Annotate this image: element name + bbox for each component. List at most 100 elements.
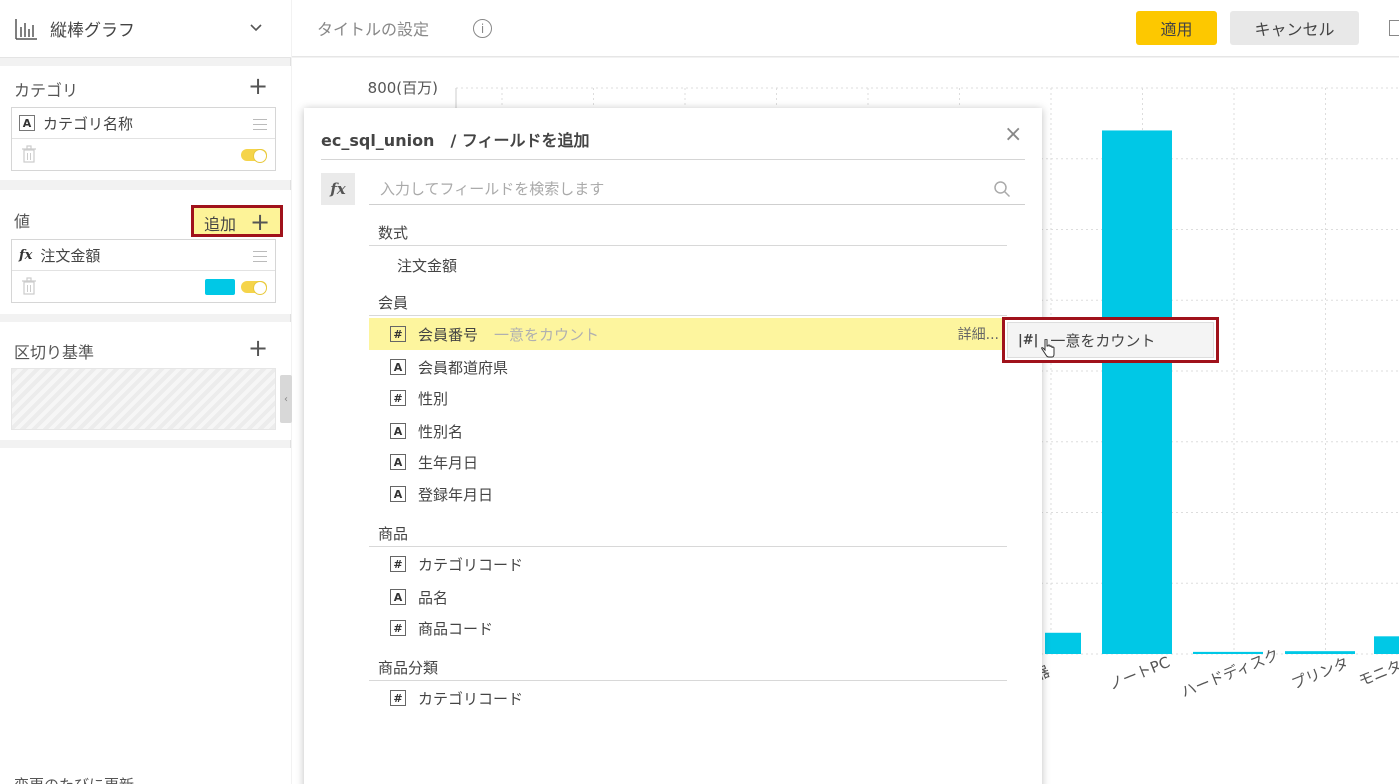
field-search-input[interactable]: [369, 173, 1025, 205]
field-name: 商品コード: [418, 619, 494, 638]
numeric-type-icon: #: [390, 390, 406, 406]
field-name: カテゴリコード: [418, 555, 524, 574]
field-item[interactable]: A 登録年月日: [369, 478, 1007, 510]
field-item[interactable]: A 会員都道府県: [369, 351, 1007, 383]
bar: [1045, 632, 1081, 654]
formula-button[interactable]: fx: [321, 173, 355, 205]
text-type-icon: A: [390, 589, 406, 605]
numeric-type-icon: #: [390, 690, 406, 706]
field-item[interactable]: A 品名: [369, 581, 1007, 613]
count-distinct-label: 一意をカウント: [1050, 331, 1156, 350]
count-distinct-icon: |#|: [1018, 332, 1039, 348]
text-type-icon: A: [390, 359, 406, 375]
value-field-name: 注文金額: [40, 246, 101, 265]
field-name: 会員番号: [418, 325, 479, 344]
text-type-icon: A: [19, 115, 35, 131]
category-field-options: [12, 139, 275, 170]
field-name: 登録年月日: [418, 485, 494, 504]
aggregation-label: 一意をカウント: [494, 325, 600, 344]
field-item[interactable]: # 性別: [369, 382, 1007, 414]
drag-handle-icon[interactable]: [253, 115, 267, 134]
left-panel-footer: 変更のたびに更新: [0, 448, 291, 784]
x-tick-label: プリンタ: [1289, 654, 1351, 693]
trash-icon[interactable]: [21, 145, 37, 163]
apply-button[interactable]: 適用: [1136, 11, 1217, 45]
hand-cursor-icon: [1041, 339, 1055, 358]
field-name: カテゴリコード: [418, 689, 524, 708]
x-tick-label: ノートPC: [1106, 653, 1173, 694]
left-panel: 縦棒グラフ カテゴリ + A カテゴリ名称 値 fx 注文金額 追加 + 区切り…: [0, 0, 292, 784]
field-item[interactable]: A 性別名: [369, 415, 1007, 447]
dialog-divider: [321, 159, 1025, 160]
chart-type-label: 縦棒グラフ: [50, 21, 135, 41]
detail-link[interactable]: 詳細...: [958, 324, 999, 344]
field-name: 生年月日: [418, 453, 479, 472]
breakdown-drop-zone[interactable]: [11, 368, 276, 430]
numeric-type-icon: #: [390, 556, 406, 572]
field-item[interactable]: A 生年月日: [369, 446, 1007, 478]
field-name: 性別名: [418, 422, 464, 441]
trash-icon[interactable]: [21, 277, 37, 295]
title-setting-label[interactable]: タイトルの設定: [317, 16, 429, 40]
value-toggle[interactable]: [241, 281, 267, 295]
formula-type-icon: fx: [19, 247, 33, 263]
value-field: fx 注文金額: [11, 239, 276, 303]
cancel-button[interactable]: キャンセル: [1230, 11, 1359, 45]
series-color-swatch[interactable]: [205, 279, 235, 295]
numeric-type-icon: #: [390, 620, 406, 636]
header-bar: タイトルの設定 i 適用 キャンセル: [292, 0, 1399, 57]
group-label: 商品: [378, 525, 409, 543]
bar: [1374, 636, 1399, 654]
y-tick-label: 800(百万): [368, 79, 438, 97]
aggregation-popup: |#| 一意をカウント: [1002, 317, 1219, 363]
search-icon: [994, 181, 1011, 198]
collapse-panel-handle[interactable]: ‹: [280, 375, 292, 423]
value-field-row[interactable]: fx 注文金額: [12, 240, 275, 271]
group-header-product: 商品: [369, 523, 1007, 547]
field-name: 品名: [418, 588, 449, 607]
dialog-title: ec_sql_union / フィールドを追加: [321, 131, 590, 150]
category-field: A カテゴリ名称: [11, 107, 276, 171]
add-value-label: 追加: [204, 215, 237, 234]
group-label: 商品分類: [378, 659, 439, 677]
info-icon[interactable]: i: [473, 19, 492, 38]
drag-handle-icon[interactable]: [253, 247, 267, 266]
field-name: 会員都道府県: [418, 358, 509, 377]
text-type-icon: A: [390, 423, 406, 439]
category-title: カテゴリ: [14, 81, 79, 100]
add-value-button[interactable]: 追加 +: [191, 205, 283, 237]
category-field-row[interactable]: A カテゴリ名称: [12, 108, 275, 139]
add-category-button[interactable]: +: [248, 74, 268, 98]
x-tick-label: モニタ: [1356, 657, 1399, 691]
field-item-member-number[interactable]: # 会員番号 一意をカウント 詳細...: [369, 318, 1007, 350]
numeric-type-icon: #: [390, 326, 406, 342]
category-field-name: カテゴリ名称: [43, 114, 134, 133]
chevron-down-icon[interactable]: [249, 20, 263, 34]
value-field-options: [12, 271, 275, 302]
bar: [1102, 130, 1172, 654]
add-field-dialog: ec_sql_union / フィールドを追加 × fx 数式 注文金額 会員 …: [304, 108, 1042, 784]
field-item[interactable]: # 商品コード: [369, 612, 1007, 644]
chart-type-selector[interactable]: 縦棒グラフ: [0, 0, 291, 58]
group-header-product-category: 商品分類: [369, 657, 1007, 681]
group-label: 数式: [378, 224, 409, 242]
group-header-member: 会員: [369, 292, 1007, 316]
plus-icon: +: [250, 208, 271, 236]
text-type-icon: A: [390, 454, 406, 470]
add-breakdown-button[interactable]: +: [248, 336, 268, 360]
field-item[interactable]: # カテゴリコード: [369, 682, 1007, 714]
count-distinct-option[interactable]: |#| 一意をカウント: [1007, 322, 1214, 358]
text-type-icon: A: [390, 486, 406, 502]
expand-icon[interactable]: [1389, 20, 1399, 36]
field-item-formula[interactable]: 注文金額: [369, 249, 1007, 281]
field-name: 性別: [418, 389, 449, 408]
category-section: カテゴリ + A カテゴリ名称: [0, 66, 291, 180]
field-item[interactable]: # カテゴリコード: [369, 548, 1007, 580]
group-header-formula: 数式: [369, 222, 1007, 246]
category-toggle[interactable]: [241, 149, 267, 163]
value-title: 値: [14, 212, 31, 231]
close-icon[interactable]: ×: [1004, 122, 1022, 147]
group-label: 会員: [378, 294, 409, 312]
auto-update-label: 変更のたびに更新: [14, 774, 134, 784]
bar-chart-icon: [15, 18, 37, 40]
